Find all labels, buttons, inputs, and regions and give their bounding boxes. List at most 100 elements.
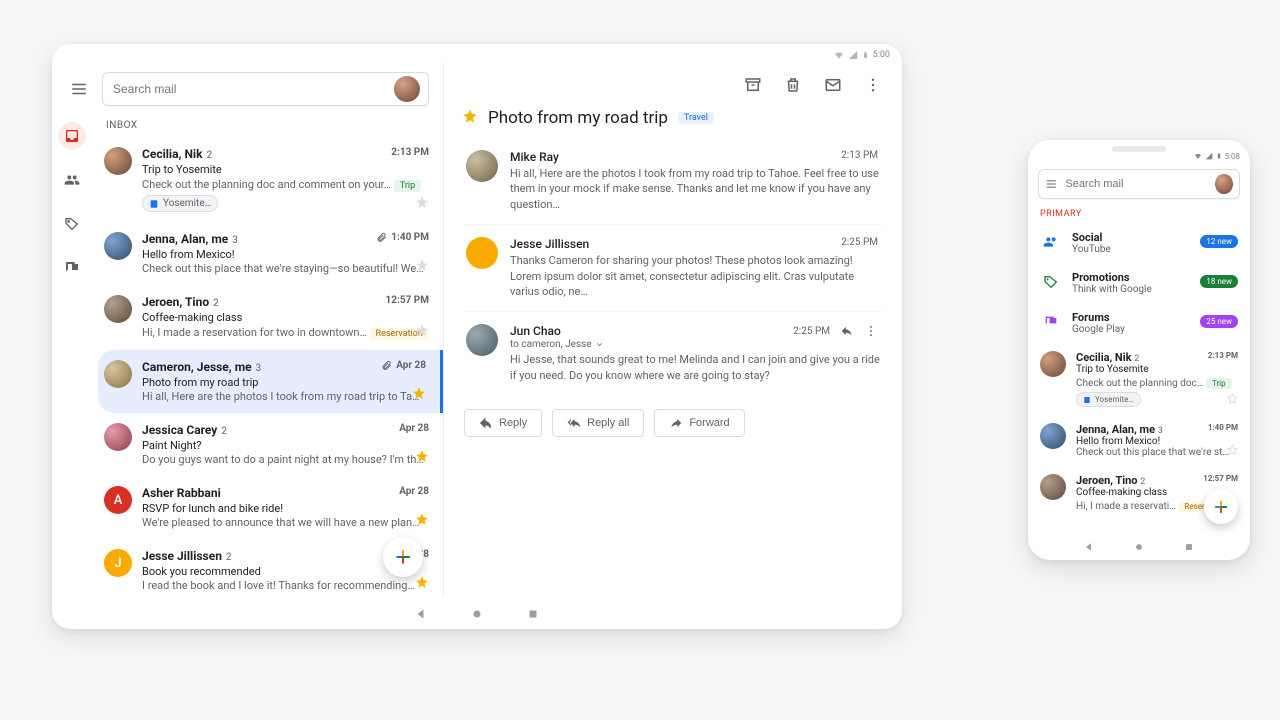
phone-search-input[interactable] — [1065, 178, 1207, 190]
new-count-pill: 12 new — [1200, 235, 1238, 248]
avatar — [104, 147, 132, 175]
battery-icon — [1216, 152, 1222, 160]
message-body: Hi Jesse, that sounds great to me! Melin… — [510, 352, 880, 383]
timestamp: 12:57 PM — [1203, 474, 1238, 483]
message-time: 2:25 PM — [793, 324, 878, 338]
snippet-label: Hi, I made a reservation for two in down… — [142, 325, 431, 340]
phone-device: 5:08 Primary Social YouTube 12 new Promo… — [1028, 140, 1250, 560]
timestamp: 1:40 PM — [376, 232, 429, 243]
more-vert-icon — [864, 76, 882, 94]
subject-star-icon[interactable] — [462, 108, 478, 128]
phone-compose-button[interactable] — [1204, 490, 1238, 524]
trash-icon — [784, 76, 802, 94]
attachment-chip[interactable]: Yosemite… — [142, 195, 218, 212]
phone-search-field[interactable] — [1038, 169, 1240, 199]
reply-icon[interactable] — [840, 324, 854, 338]
snippet-label: I read the book and I love it! Thanks fo… — [142, 579, 431, 592]
attachment-icon — [376, 232, 387, 243]
wifi-icon — [834, 50, 844, 60]
subject-label: Photo from my road trip — [142, 376, 428, 389]
more-vert-icon[interactable] — [864, 324, 878, 338]
account-avatar[interactable] — [394, 76, 420, 102]
timestamp: 2:13 PM — [1208, 351, 1238, 360]
star-icon[interactable] — [1227, 444, 1238, 458]
category-row-promotions[interactable]: Promotions Think with Google 18 new — [1028, 263, 1250, 303]
timestamp: 12:57 PM — [386, 295, 429, 306]
home-icon[interactable] — [471, 608, 483, 620]
thread-message[interactable]: Mike Ray Hi all, Here are the photos I t… — [464, 138, 882, 225]
star-icon[interactable] — [415, 575, 429, 592]
avatar — [104, 360, 132, 388]
compose-icon — [1212, 498, 1230, 516]
search-field[interactable] — [102, 72, 429, 106]
message-item[interactable]: Cameron, Jesse, me3 Photo from my road t… — [98, 350, 443, 413]
menu-button[interactable] — [66, 76, 92, 102]
message-item[interactable]: Jessica Carey2 Paint Night? Do you guys … — [98, 413, 443, 476]
rail-people[interactable] — [58, 166, 86, 194]
timestamp: 2:13 PM — [391, 147, 429, 158]
home-icon[interactable] — [1134, 542, 1144, 552]
star-icon[interactable] — [415, 449, 429, 466]
hamburger-icon — [70, 80, 88, 98]
thread-message[interactable]: Jun Chao to cameron, Jesse Hi Jesse, tha… — [464, 312, 882, 395]
phone-message-item[interactable]: Jenna, Alan, me 3 Hello from Mexico! Che… — [1028, 415, 1250, 466]
phone-primary-label: Primary — [1028, 207, 1250, 223]
mail-icon — [824, 76, 842, 94]
list-pane: Inbox Cecilia, Nik2 Trip to Yosemite Che… — [52, 62, 444, 597]
forum-icon — [1040, 311, 1062, 333]
avatar — [466, 324, 498, 356]
star-icon[interactable] — [415, 195, 429, 212]
delete-button[interactable] — [782, 74, 804, 96]
forward-button[interactable]: Forward — [654, 409, 744, 437]
label-chip[interactable]: Trip — [394, 180, 421, 192]
message-item[interactable]: A Asher Rabbani RSVP for lunch and bike … — [98, 476, 443, 539]
timestamp: Apr 28 — [381, 360, 426, 371]
subject-tag[interactable]: Travel — [678, 112, 714, 124]
mark-unread-button[interactable] — [822, 74, 844, 96]
category-row-forums[interactable]: Forums Google Play 25 new — [1028, 303, 1250, 343]
signal-icon — [848, 50, 858, 60]
recent-icon[interactable] — [1184, 542, 1194, 552]
rail-forums[interactable] — [58, 254, 86, 282]
subject-label: Coffee-making class — [142, 311, 431, 324]
star-icon[interactable] — [1227, 393, 1238, 407]
recipients-label[interactable]: to cameron, Jesse — [510, 339, 880, 350]
rail-promotions[interactable] — [58, 210, 86, 238]
reply-icon — [479, 416, 493, 430]
sender-label: Jessica Carey2 — [142, 423, 431, 437]
timestamp: Apr 28 — [399, 423, 429, 434]
search-input[interactable] — [113, 82, 386, 96]
phone-message-item[interactable]: Cecilia, Nik 2 Trip to Yosemite Check ou… — [1028, 343, 1250, 415]
recent-icon[interactable] — [527, 608, 539, 620]
back-icon[interactable] — [415, 608, 427, 620]
timestamp: Apr 28 — [399, 486, 429, 497]
rail-inbox[interactable] — [58, 122, 86, 150]
category-row-social[interactable]: Social YouTube 12 new — [1028, 223, 1250, 263]
message-item[interactable]: Jeroen, Tino2 Coffee-making class Hi, I … — [98, 285, 443, 350]
compose-button[interactable] — [383, 537, 423, 577]
star-icon[interactable] — [412, 386, 426, 403]
thread-message[interactable]: Jesse Jillissen Thanks Cameron for shari… — [464, 225, 882, 312]
archive-button[interactable] — [742, 74, 764, 96]
reply-all-button[interactable]: Reply all — [552, 409, 644, 437]
message-item[interactable]: Jenna, Alan, me3 Hello from Mexico! Chec… — [98, 222, 443, 285]
back-icon[interactable] — [1084, 542, 1094, 552]
new-count-pill: 25 new — [1200, 315, 1238, 328]
avatar — [104, 423, 132, 451]
avatar: J — [104, 549, 132, 577]
sender-label: Asher Rabbani — [142, 486, 431, 500]
phone-account-avatar[interactable] — [1215, 174, 1233, 194]
reply-button[interactable]: Reply — [464, 409, 542, 437]
attachment-chip[interactable]: Yosemite… — [1076, 392, 1141, 407]
more-button[interactable] — [862, 74, 884, 96]
star-icon[interactable] — [415, 258, 429, 275]
avatar — [104, 295, 132, 323]
message-item[interactable]: Cecilia, Nik2 Trip to Yosemite Check out… — [98, 137, 443, 222]
label-chip[interactable]: Trip — [1206, 378, 1232, 389]
star-icon[interactable] — [415, 512, 429, 529]
people-icon — [1040, 231, 1062, 253]
archive-icon — [744, 76, 762, 94]
message-body: Hi all, Here are the photos I took from … — [510, 166, 880, 212]
hamburger-icon[interactable] — [1045, 177, 1057, 191]
star-icon[interactable] — [415, 323, 429, 340]
